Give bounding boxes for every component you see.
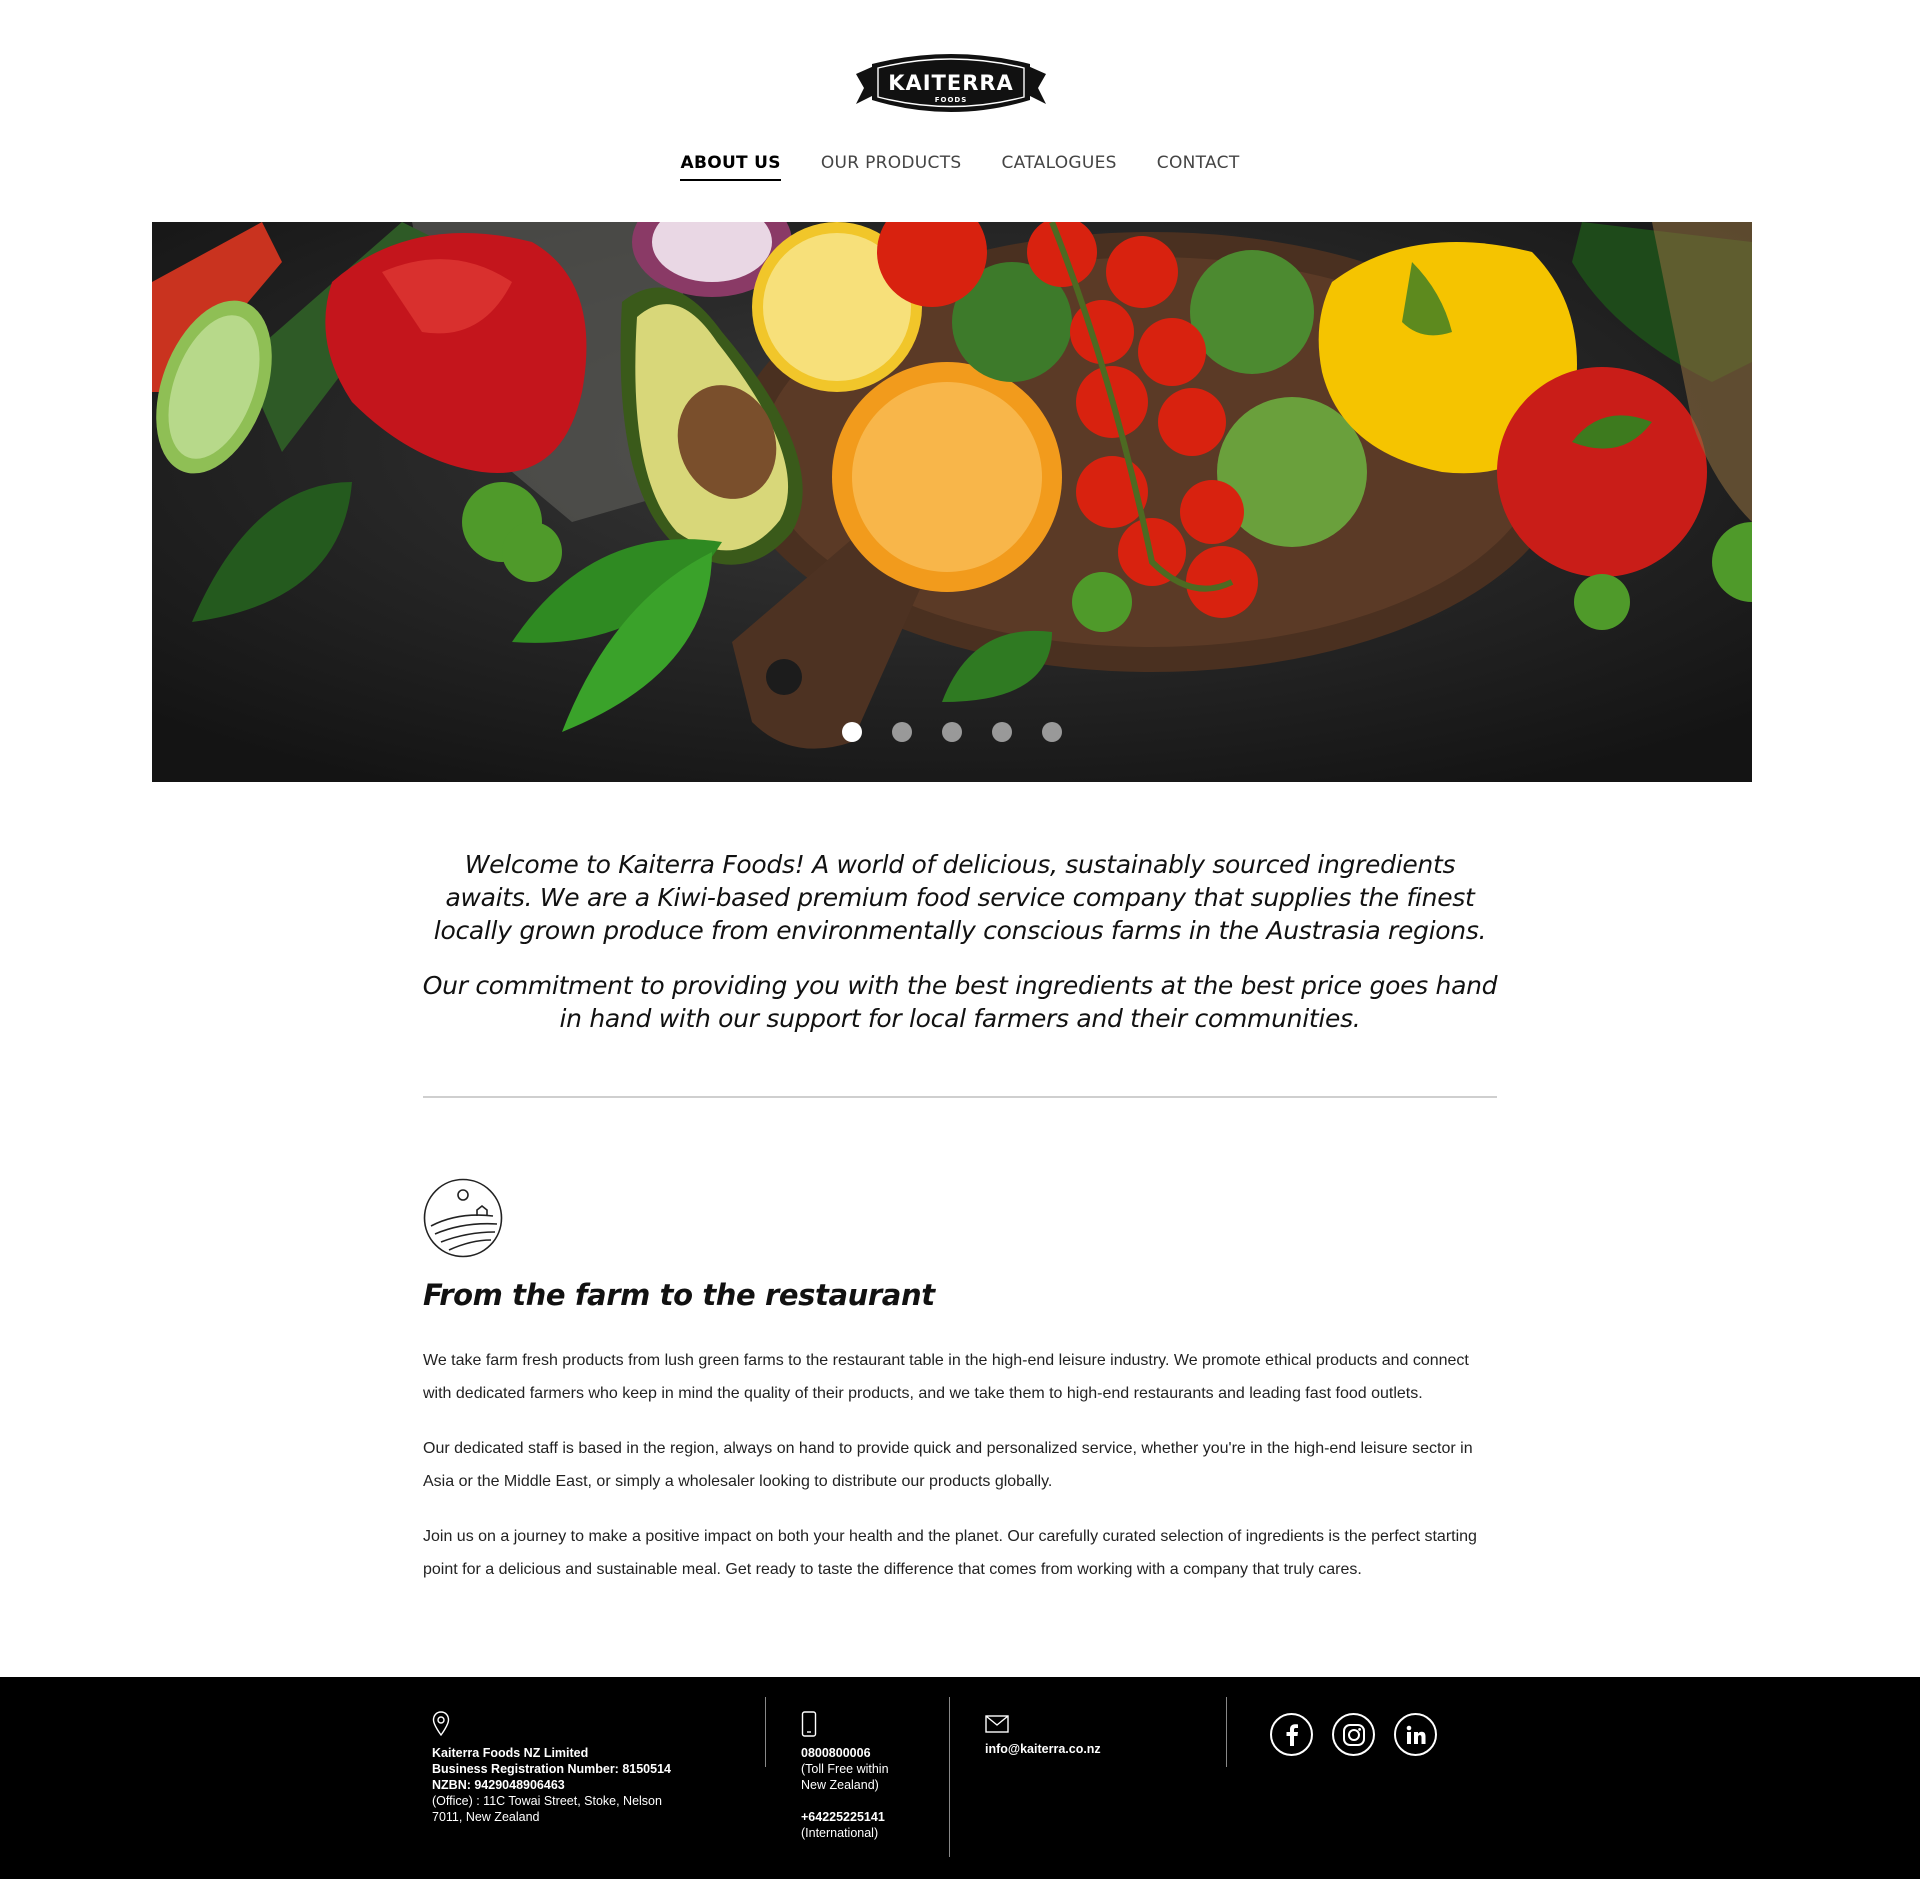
slider-dot-4[interactable] xyxy=(992,722,1012,742)
footer-office-line-1: (Office) : 11C Towai Street, Stoke, Nels… xyxy=(432,1794,662,1808)
logo-wordmark: KAITERRA xyxy=(888,71,1014,95)
footer-company-name: Kaiterra Foods NZ Limited xyxy=(432,1746,589,1760)
intro-paragraph-2: Our commitment to providing you with the… xyxy=(422,971,1498,1033)
footer-divider-2 xyxy=(949,1697,950,1857)
facebook-icon[interactable] xyxy=(1270,1713,1313,1756)
footer-divider-3 xyxy=(1226,1697,1227,1767)
slider-dot-3[interactable] xyxy=(942,722,962,742)
footer-intl-number[interactable]: +64225225141 xyxy=(801,1809,889,1825)
instagram-icon[interactable] xyxy=(1332,1713,1375,1756)
farm-landscape-icon xyxy=(423,1178,503,1258)
footer-email-address[interactable]: info@kaiterra.co.nz xyxy=(985,1741,1101,1757)
body-paragraph-3: Join us on a journey to make a positive … xyxy=(423,1528,1477,1578)
hero-slider[interactable] xyxy=(152,222,1752,782)
body-paragraph-2: Our dedicated staff is based in the regi… xyxy=(423,1440,1473,1490)
footer-intl-note: (International) xyxy=(801,1826,879,1840)
slider-dot-2[interactable] xyxy=(892,722,912,742)
farm-section-body: We take farm fresh products from lush gr… xyxy=(423,1344,1501,1608)
footer-nzbn: NZBN: 9429048906463 xyxy=(432,1778,565,1792)
footer-registration: Business Registration Number: 8150514 xyxy=(432,1762,671,1776)
intro-paragraph-1: Welcome to Kaiterra Foods! A world of de… xyxy=(433,850,1487,945)
logo-subtext: FOODS xyxy=(935,96,968,104)
envelope-icon xyxy=(985,1715,1009,1733)
kaiterra-logo[interactable]: KAITERRA FOODS xyxy=(850,52,1052,120)
footer-email: info@kaiterra.co.nz xyxy=(985,1711,1101,1757)
main-nav: ABOUT US OUR PRODUCTS CATALOGUES CONTACT xyxy=(0,153,1920,181)
location-pin-icon xyxy=(432,1711,450,1737)
linkedin-icon[interactable] xyxy=(1394,1713,1437,1756)
intro-section: Welcome to Kaiterra Foods! A world of de… xyxy=(420,848,1500,1057)
body-paragraph-1: We take farm fresh products from lush gr… xyxy=(423,1352,1469,1402)
site-footer: Kaiterra Foods NZ Limited Business Regis… xyxy=(0,1677,1920,1879)
footer-address: Kaiterra Foods NZ Limited Business Regis… xyxy=(432,1711,671,1825)
nav-contact[interactable]: CONTACT xyxy=(1157,153,1240,181)
hero-vegetables-image xyxy=(152,222,1752,782)
mobile-phone-icon xyxy=(801,1711,817,1737)
footer-phone: 0800800006 (Toll Free within New Zealand… xyxy=(801,1711,889,1841)
footer-office-line-2: 7011, New Zealand xyxy=(432,1810,540,1824)
slider-dot-1[interactable] xyxy=(842,722,862,742)
footer-tollfree-note-2: New Zealand) xyxy=(801,1778,879,1792)
nav-our-products[interactable]: OUR PRODUCTS xyxy=(821,153,962,181)
section-divider xyxy=(423,1096,1497,1098)
footer-divider-1 xyxy=(765,1697,766,1767)
section-title: From the farm to the restaurant xyxy=(423,1278,935,1312)
slider-dots xyxy=(152,722,1752,742)
footer-tollfree-number[interactable]: 0800800006 xyxy=(801,1745,889,1761)
slider-dot-5[interactable] xyxy=(1042,722,1062,742)
social-links xyxy=(1270,1713,1437,1756)
footer-tollfree-note-1: (Toll Free within xyxy=(801,1762,889,1776)
nav-about-us[interactable]: ABOUT US xyxy=(680,153,781,181)
nav-catalogues[interactable]: CATALOGUES xyxy=(1002,153,1117,181)
